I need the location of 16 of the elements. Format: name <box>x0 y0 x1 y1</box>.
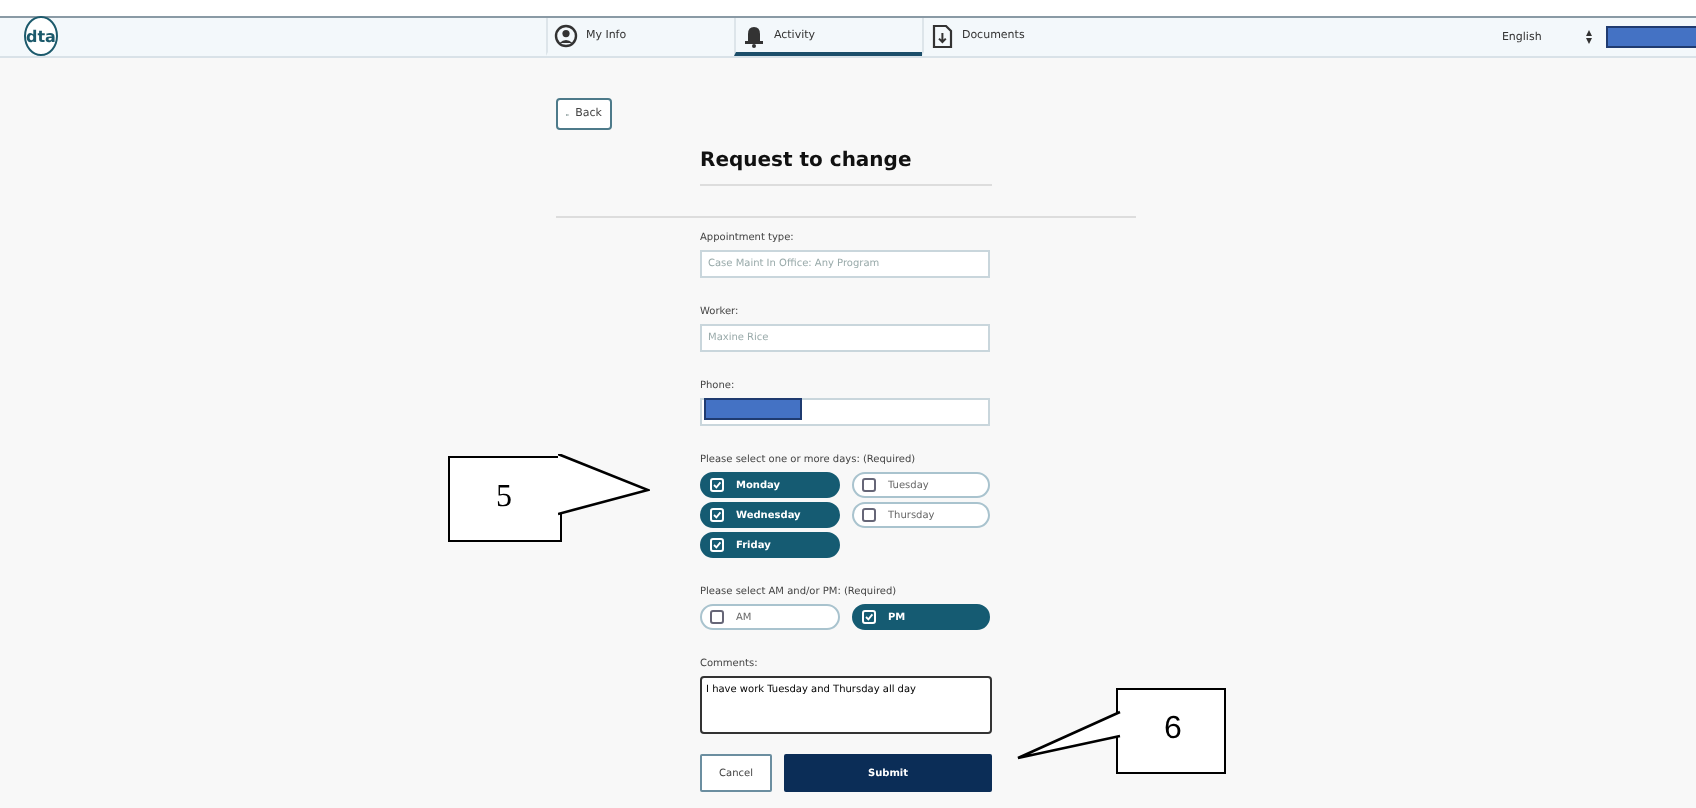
checkbox-icon <box>710 538 724 552</box>
logo[interactable]: dta <box>24 16 58 56</box>
checkbox-icon <box>710 610 724 624</box>
checkbox-icon <box>862 508 876 522</box>
checkbox-icon <box>710 508 724 522</box>
sort-icon <box>1585 30 1592 44</box>
input-field[interactable] <box>700 398 990 426</box>
document-icon <box>929 23 954 47</box>
checkbox-icon <box>862 610 876 624</box>
checkbox-icon <box>710 478 724 492</box>
checkbox-icon <box>862 478 876 492</box>
bell-icon <box>741 23 766 47</box>
person-icon <box>553 23 578 47</box>
page-title: Request to change <box>700 150 914 176</box>
callout-number: 5 <box>496 480 512 516</box>
callout-number: 6 <box>1164 712 1182 748</box>
